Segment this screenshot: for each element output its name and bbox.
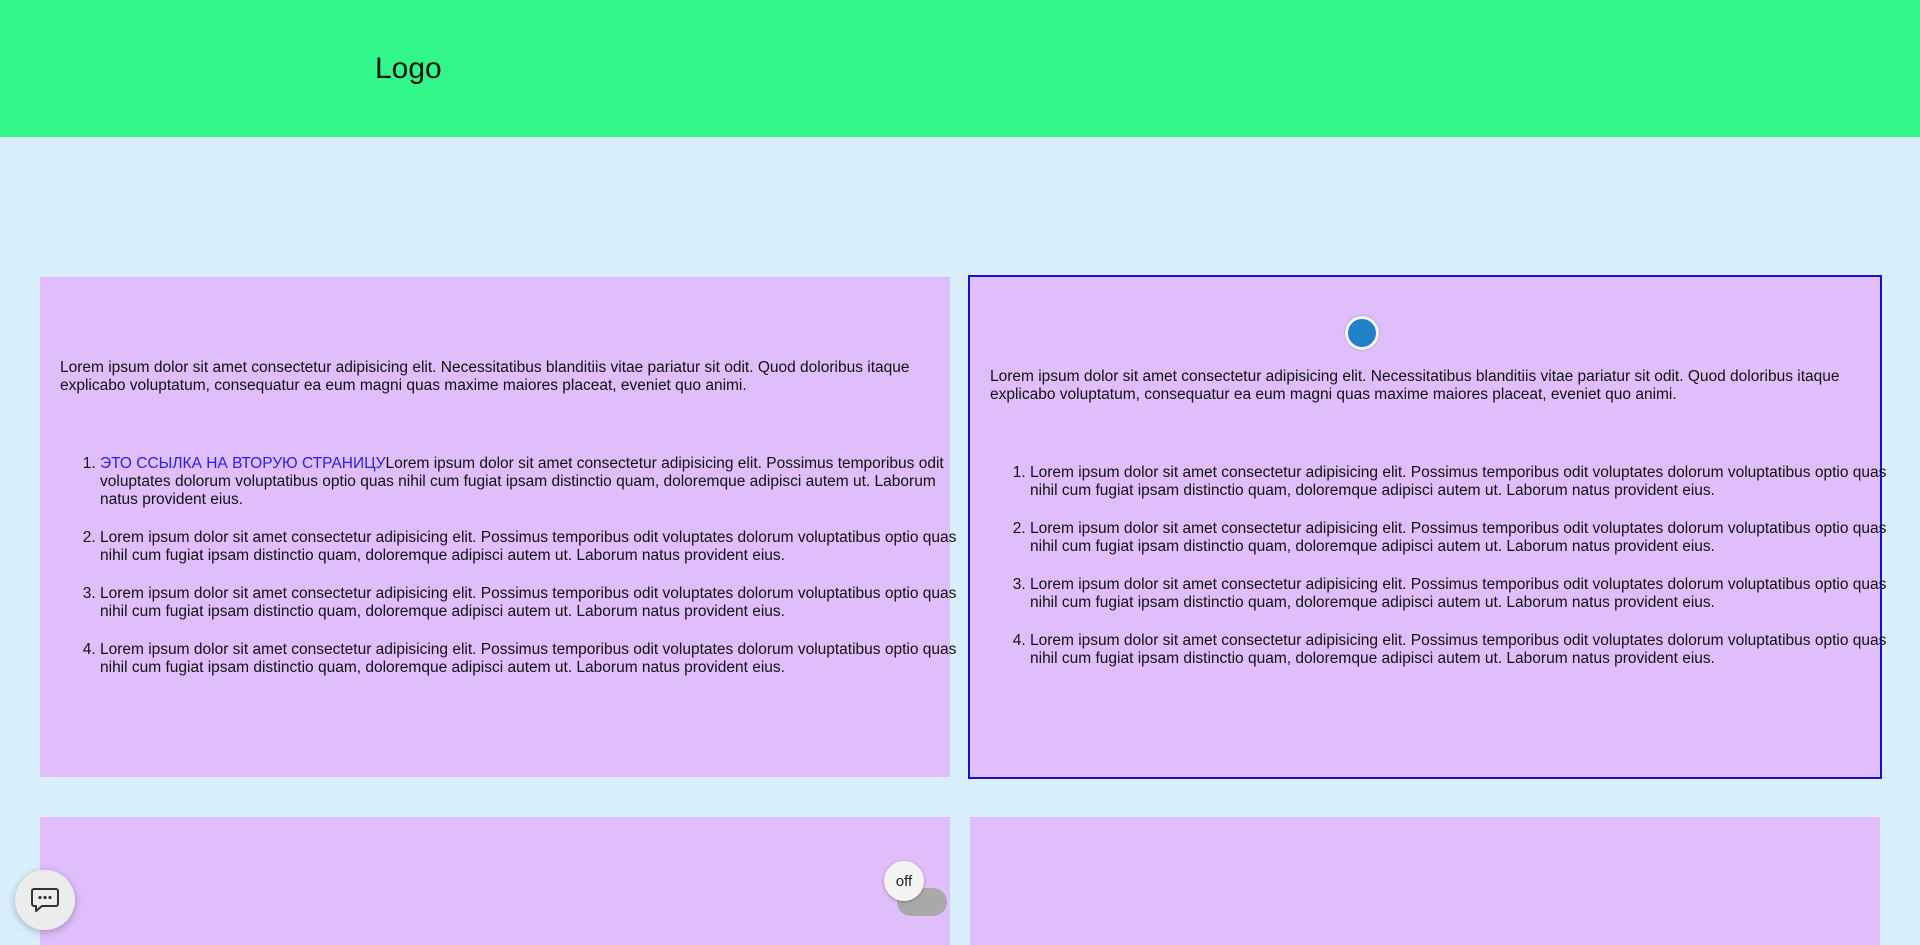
card-paragraph: Lorem ipsum dolor sit amet consectetur a… [60,359,910,394]
card-list: ЭТО ССЫЛКА НА ВТОРУЮ СТРАНИЦУ Lorem ipsum… [60,455,970,697]
site-header: Logo [0,0,1920,137]
toggle-switch-knob[interactable]: off [884,861,924,901]
list-item: Lorem ipsum dolor sit amet consectetur a… [1030,576,1900,612]
chat-button[interactable] [15,870,75,930]
content-card-3 [40,817,950,945]
card-paragraph: Lorem ipsum dolor sit amet consectetur a… [990,368,1840,403]
list-item: Lorem ipsum dolor sit amet consectetur a… [100,585,970,621]
list-item: Lorem ipsum dolor sit amet consectetur a… [1030,464,1900,500]
drag-handle-dot[interactable] [1345,316,1379,350]
second-page-link[interactable]: ЭТО ССЫЛКА НА ВТОРУЮ СТРАНИЦУ [100,455,385,472]
list-item: ЭТО ССЫЛКА НА ВТОРУЮ СТРАНИЦУLorem ipsum… [100,455,970,509]
content-card-4 [970,817,1880,945]
toggle-label: off [895,872,913,890]
list-item: Lorem ipsum dolor sit amet consectetur a… [100,641,970,677]
list-item: Lorem ipsum dolor sit amet consectetur a… [1030,632,1900,668]
list-item: Lorem ipsum dolor sit amet consectetur a… [1030,520,1900,556]
content-card-1: Lorem ipsum dolor sit amet consectetur a… [40,277,956,777]
list-item: Lorem ipsum dolor sit amet consectetur a… [100,529,970,565]
content-card-2[interactable]: Lorem ipsum dolor sit amet consectetur a… [968,275,1886,779]
chat-bubble-icon [31,888,59,912]
card-list: Lorem ipsum dolor sit amet consectetur a… [990,464,1900,688]
logo[interactable]: Logo [375,50,442,88]
